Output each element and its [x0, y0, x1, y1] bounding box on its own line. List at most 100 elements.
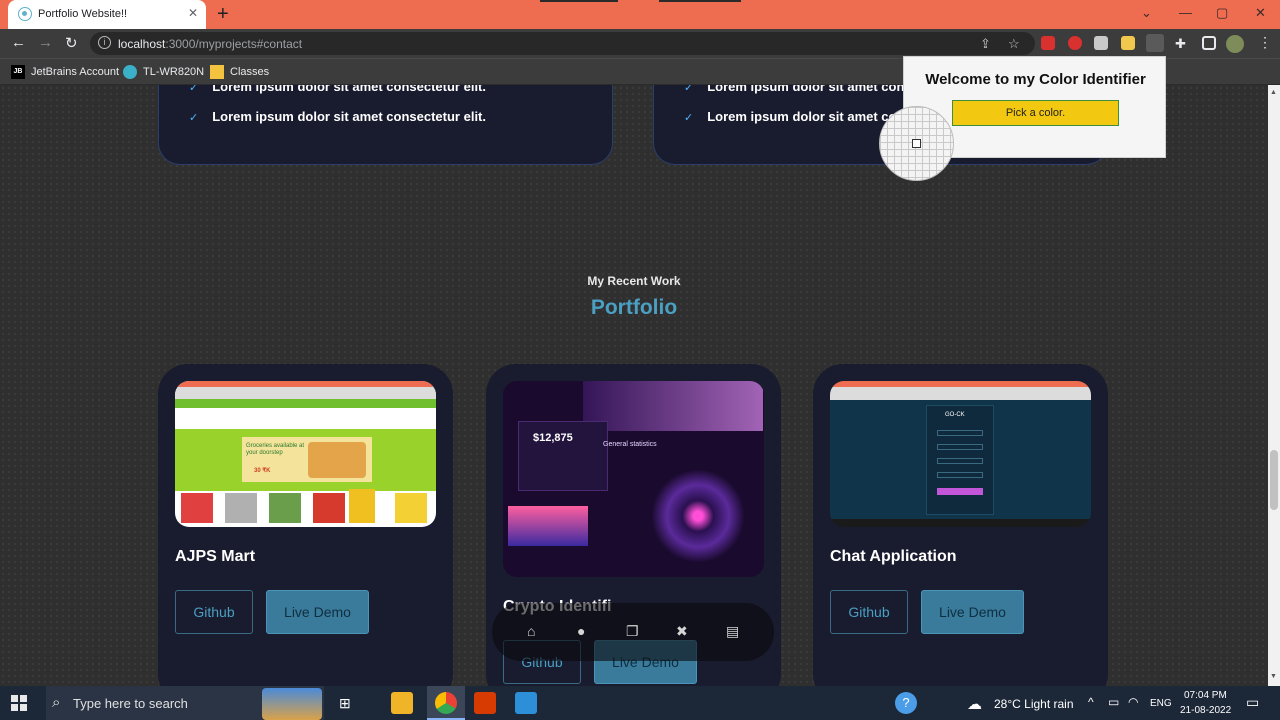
github-button[interactable]: Github — [175, 590, 253, 634]
notifications-icon[interactable]: ▭ — [1246, 694, 1259, 711]
weather-text[interactable]: 28°C Light rain — [994, 697, 1074, 711]
url-path: :3000/myprojects#contact — [165, 37, 303, 51]
nav-home-icon[interactable]: ⌂ — [527, 623, 535, 639]
section-subtitle: My Recent Work — [587, 274, 681, 288]
skill-text: Lorem ipsum dolor sit amet consectetur e… — [212, 85, 486, 94]
skill-list-item: ✓ Lorem ipsum dolor sit amet co — [684, 109, 896, 124]
color-picker-magnifier[interactable] — [879, 106, 954, 181]
project-thumbnail: GO-CK — [830, 381, 1091, 527]
hidden-icons-chevron-icon[interactable]: ^ — [1088, 695, 1094, 709]
tplink-icon — [123, 65, 137, 79]
extensions-puzzle-icon[interactable]: ✚ — [1175, 36, 1189, 51]
project-title: Chat Application — [830, 548, 957, 565]
color-picker-extension-icon[interactable] — [1146, 34, 1164, 52]
search-placeholder: Type here to search — [73, 696, 188, 711]
extension-shield-icon[interactable] — [1094, 36, 1108, 50]
thumb-submit — [937, 488, 983, 495]
minimize-button[interactable]: — — [1179, 5, 1192, 20]
back-arrow-icon[interactable]: ← — [11, 34, 26, 51]
thumb-amount: $12,875 — [533, 432, 573, 444]
project-card: Groceries available at your doorstep 30 … — [158, 364, 453, 686]
thumb-banner: Groceries available at your doorstep 30 … — [175, 429, 436, 491]
language-indicator[interactable]: ENG — [1150, 698, 1172, 709]
side-panel-icon[interactable] — [1202, 36, 1216, 50]
live-demo-button[interactable]: Live Demo — [921, 590, 1024, 634]
thumb-toolbar — [175, 387, 436, 399]
thumb-taskbar — [830, 519, 1091, 527]
extension-yellow-icon[interactable] — [1121, 36, 1135, 50]
tab-title: Portfolio Website!! — [38, 8, 128, 20]
skill-text: Lorem ipsum dolor sit amet cons — [707, 85, 912, 94]
forward-arrow-icon[interactable]: → — [38, 34, 53, 51]
wifi-icon[interactable]: ◠ — [1128, 695, 1138, 709]
site-info-icon[interactable]: i — [98, 36, 111, 49]
thumb-input — [937, 472, 983, 478]
github-button[interactable]: Github — [830, 590, 908, 634]
nav-experience-icon[interactable]: ❐ — [626, 623, 639, 640]
file-explorer-icon[interactable] — [391, 692, 413, 714]
scroll-down-arrow-icon[interactable]: ▼ — [1270, 673, 1277, 680]
browser-menu-icon[interactable]: ⋮ — [1258, 34, 1272, 51]
windows-taskbar: ⌕ Type here to search ⊞ ? ☁ 28°C Light r… — [0, 686, 1280, 720]
office-icon[interactable] — [474, 692, 496, 714]
close-window-button[interactable]: ✕ — [1255, 5, 1266, 21]
nav-contact-icon[interactable]: ▤ — [726, 623, 739, 640]
tab-strip: Portfolio Website!! ✕ + ⌄ — ▢ ✕ — [0, 0, 1280, 29]
page-viewport: ✓ Lorem ipsum dolor sit amet consectetur … — [0, 85, 1268, 686]
new-tab-button[interactable]: + — [217, 3, 229, 26]
skill-text: Lorem ipsum dolor sit amet consectetur e… — [212, 109, 486, 124]
url-text: localhost:3000/myprojects#contact — [118, 37, 302, 51]
task-view-icon[interactable]: ⊞ — [339, 695, 351, 712]
maximize-button[interactable]: ▢ — [1216, 5, 1228, 21]
project-title: AJPS Mart — [175, 548, 256, 565]
project-thumbnail: Groceries available at your doorstep 30 … — [175, 381, 436, 527]
magnifier-center-pixel — [912, 139, 921, 148]
taskbar-search[interactable]: ⌕ Type here to search — [46, 686, 324, 720]
thumb-product — [395, 493, 427, 523]
clock-date[interactable]: 21-08-2022 — [1180, 705, 1231, 716]
skill-card-left: ✓ Lorem ipsum dolor sit amet consectetur … — [158, 85, 613, 165]
help-icon[interactable]: ? — [895, 692, 917, 714]
tab-search-chevron-icon[interactable]: ⌄ — [1141, 5, 1152, 21]
extension-shield-red-icon[interactable] — [1068, 36, 1082, 50]
browser-tab[interactable]: Portfolio Website!! ✕ — [8, 0, 206, 29]
thumb-product — [269, 493, 301, 523]
thumb-radial-chart — [643, 461, 753, 571]
bookmark-jetbrains[interactable]: JB JetBrains Account — [11, 65, 119, 79]
check-icon: ✓ — [684, 112, 694, 124]
share-icon[interactable]: ⇪ — [980, 36, 991, 52]
windows-start-icon[interactable] — [11, 695, 27, 711]
nav-about-icon[interactable]: ● — [577, 623, 585, 639]
pick-color-button[interactable]: Pick a color. — [952, 100, 1119, 126]
address-bar[interactable]: i localhost:3000/myprojects#contact ⇪ ☆ — [90, 32, 1035, 55]
bookmark-tplink[interactable]: TL-WR820N — [123, 65, 204, 79]
thumb-product — [313, 493, 345, 523]
scroll-up-arrow-icon[interactable]: ▲ — [1270, 89, 1277, 96]
live-demo-button[interactable]: Live Demo — [266, 590, 369, 634]
thumb-input — [937, 458, 983, 464]
skill-list-item: ✓ Lorem ipsum dolor sit amet consectetur … — [189, 109, 486, 124]
thumb-logo: GO-CK — [945, 412, 965, 418]
thumb-input — [937, 430, 983, 436]
vscode-icon[interactable] — [515, 692, 537, 714]
thumb-product — [181, 493, 213, 523]
bookmark-star-icon[interactable]: ☆ — [1008, 36, 1020, 52]
chrome-icon[interactable] — [435, 692, 457, 714]
nav-services-icon[interactable]: ✖ — [676, 623, 688, 640]
tab-close-icon[interactable]: ✕ — [188, 6, 198, 20]
clock-time[interactable]: 07:04 PM — [1184, 690, 1227, 701]
thumb-dot-matrix — [583, 381, 763, 431]
browser-toolbar: ← → ↻ i localhost:3000/myprojects#contac… — [0, 29, 1280, 58]
reload-icon[interactable]: ↻ — [65, 34, 78, 52]
profile-avatar[interactable] — [1226, 35, 1244, 53]
battery-icon[interactable]: ▭ — [1108, 695, 1119, 709]
extension-red-icon[interactable] — [1041, 36, 1055, 50]
bookmark-label: TL-WR820N — [143, 65, 205, 78]
scroll-thumb[interactable] — [1270, 450, 1278, 510]
thumb-banner-box: Groceries available at your doorstep 30 … — [242, 437, 372, 482]
skill-list-item: ✓ Lorem ipsum dolor sit amet cons — [684, 85, 912, 94]
page-scrollbar[interactable]: ▲ ▼ — [1268, 85, 1280, 686]
popup-title: Welcome to my Color Identifier — [925, 71, 1146, 88]
bookmark-classes[interactable]: Classes — [210, 65, 269, 79]
weather-cloud-icon[interactable]: ☁ — [967, 695, 982, 713]
